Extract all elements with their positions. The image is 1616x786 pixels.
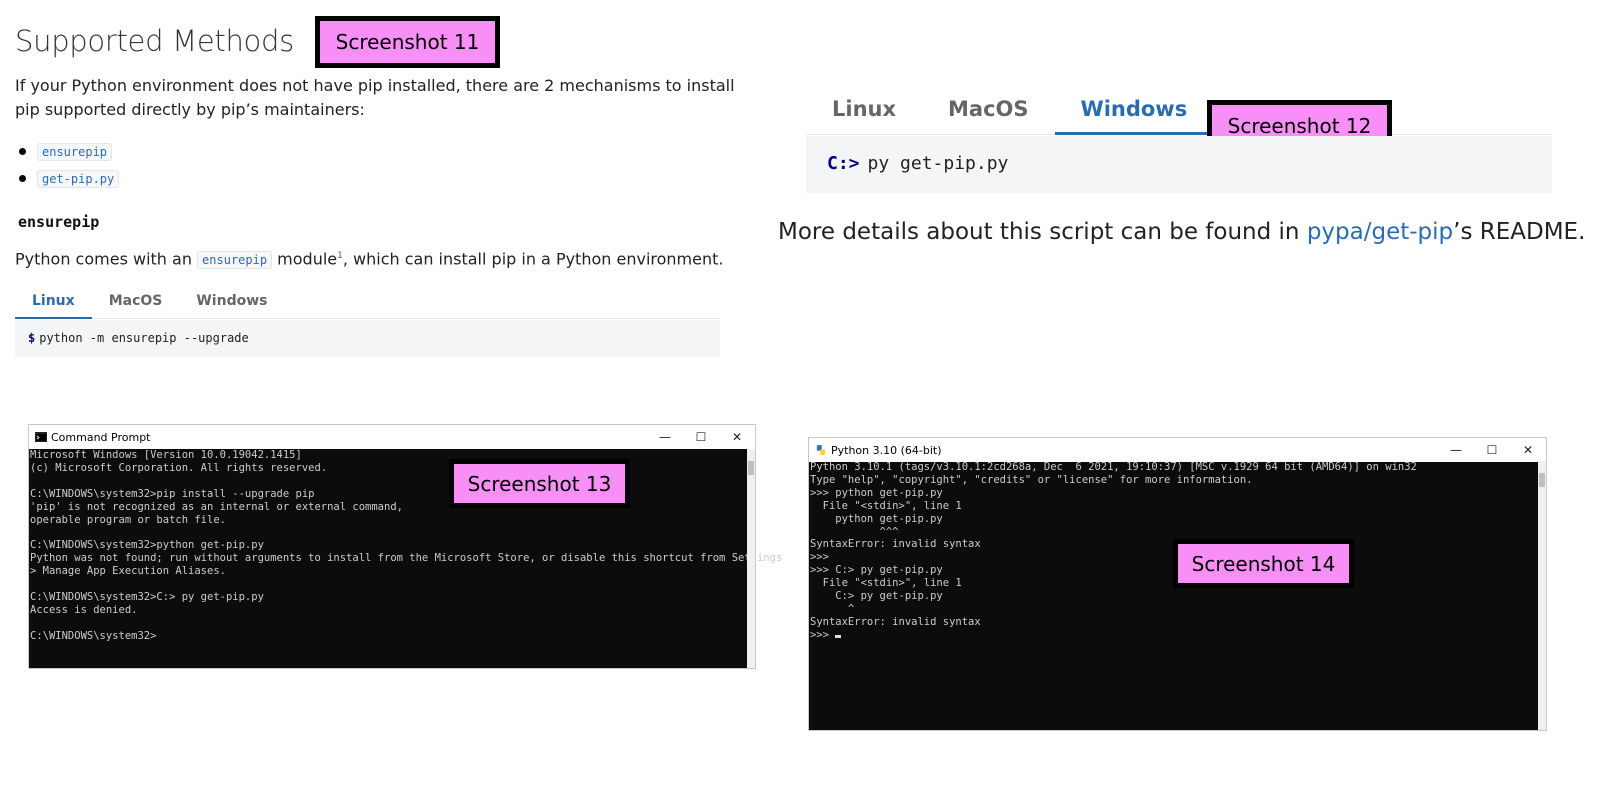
maximize-icon[interactable]: ☐ <box>683 425 719 449</box>
console-line: ^^^ <box>810 525 899 538</box>
minimize-icon[interactable]: — <box>1438 438 1474 462</box>
code-command: py get-pip.py <box>867 153 1009 174</box>
ensurepip-link[interactable]: ensurepip <box>37 142 113 161</box>
window-title: Command Prompt <box>51 430 151 444</box>
para-text: , which can install pip in a Python envi… <box>342 249 724 269</box>
list-item: get-pip.py <box>15 165 120 192</box>
console-line: Python was not found; run without argume… <box>30 552 783 565</box>
console-line: >>> python get-pip.py <box>810 486 943 499</box>
os-tabs: Linux MacOS Windows <box>15 284 720 319</box>
section-heading-ensurepip: ensurepip <box>18 213 100 231</box>
ensurepip-paragraph: Python comes with an ensurepip module1, … <box>15 244 723 272</box>
scrollbar-thumb[interactable] <box>1539 473 1545 487</box>
command-prompt-window: Command Prompt — ☐ ✕ Microsoft Windows [… <box>28 424 782 669</box>
console-line: File "<stdin>", line 1 <box>810 499 962 512</box>
ensurepip-inline-link[interactable]: ensurepip <box>197 251 273 270</box>
scrollbar-thumb[interactable] <box>748 461 754 475</box>
console-line: SyntaxError: invalid syntax <box>810 615 981 628</box>
console-output[interactable]: Microsoft Windows [Version 10.0.19042.14… <box>30 449 782 643</box>
console-line: > Manage App Execution Aliases. <box>30 565 226 578</box>
console-line: Python 3.10.1 (tags/v3.10.1:2cd268a, Dec… <box>810 461 1417 473</box>
text-cursor <box>835 634 842 638</box>
minimize-icon[interactable]: — <box>647 425 683 449</box>
console-line: 'pip' is not recognized as an internal o… <box>30 500 403 513</box>
console-line: python get-pip.py <box>810 512 943 525</box>
console-line: Type "help", "copyright", "credits" or "… <box>810 473 1253 486</box>
console-line: C:\WINDOWS\system32>python get-pip.py <box>30 539 264 552</box>
console-line: Access is denied. <box>30 603 138 616</box>
code-prompt: C:> <box>827 153 860 174</box>
console-line: (c) Microsoft Corporation. All rights re… <box>30 461 328 474</box>
get-pip-link[interactable]: get-pip.py <box>37 169 120 188</box>
para-text: ’s README. <box>1453 219 1586 245</box>
tab-windows[interactable]: Windows <box>1054 86 1214 135</box>
bullet-icon <box>19 148 26 155</box>
scrollbar[interactable] <box>747 449 755 668</box>
tab-windows[interactable]: Windows <box>179 284 284 319</box>
console-line: C:\WINDOWS\system32>pip install --upgrad… <box>30 487 315 500</box>
tab-linux[interactable]: Linux <box>15 284 92 319</box>
para-text: More details about this script can be fo… <box>778 219 1307 245</box>
cmd-icon <box>35 432 47 442</box>
console-line: C:> py get-pip.py <box>810 590 943 603</box>
close-icon[interactable]: ✕ <box>719 425 755 449</box>
tab-macos[interactable]: MacOS <box>922 86 1055 135</box>
get-pip-repo-link[interactable]: pypa/get-pip <box>1307 219 1453 245</box>
screenshot-14-label: Screenshot 14 <box>1173 539 1354 588</box>
scrollbar[interactable] <box>1538 461 1546 730</box>
page-title: Supported Methods <box>15 24 294 58</box>
console-line: C:\WINDOWS\system32>C:> py get-pip.py <box>30 590 264 603</box>
window-titlebar: Python 3.10 (64-bit) — ☐ ✕ <box>809 438 1546 462</box>
code-block: $ python -m ensurepip --upgrade <box>15 320 720 357</box>
console-line: C:\WINDOWS\system32> <box>30 629 157 642</box>
console-line: Microsoft Windows [Version 10.0.19042.14… <box>30 449 302 461</box>
console-prompt-line: >>> <box>810 629 1417 642</box>
code-prompt: $ <box>28 331 36 345</box>
python-icon <box>816 445 826 455</box>
screenshot-13-label: Screenshot 13 <box>449 459 630 508</box>
tab-macos[interactable]: MacOS <box>92 284 180 319</box>
maximize-icon[interactable]: ☐ <box>1474 438 1510 462</box>
code-block: C:> py get-pip.py <box>806 136 1552 193</box>
bullet-icon <box>19 175 26 182</box>
code-command: python -m ensurepip --upgrade <box>39 331 249 345</box>
intro-paragraph: If your Python environment does not have… <box>15 76 735 119</box>
tab-linux[interactable]: Linux <box>806 86 922 135</box>
window-titlebar: Command Prompt — ☐ ✕ <box>29 425 755 449</box>
list-item: ensurepip <box>15 138 119 165</box>
console-prompt: >>> <box>810 628 836 641</box>
para-text: module <box>272 249 338 269</box>
screenshot-11-label: Screenshot 11 <box>315 16 500 68</box>
readme-paragraph: More details about this script can be fo… <box>778 219 1585 245</box>
console-line: ^ <box>810 602 855 615</box>
window-title: Python 3.10 (64-bit) <box>831 443 942 457</box>
console-line: operable program or batch file. <box>30 513 226 526</box>
para-text: Python comes with an <box>15 249 198 269</box>
close-icon[interactable]: ✕ <box>1510 438 1546 462</box>
methods-list: ensurepip get-pip.py <box>15 138 120 192</box>
os-tabs-large: Linux MacOS Windows <box>806 86 1552 135</box>
